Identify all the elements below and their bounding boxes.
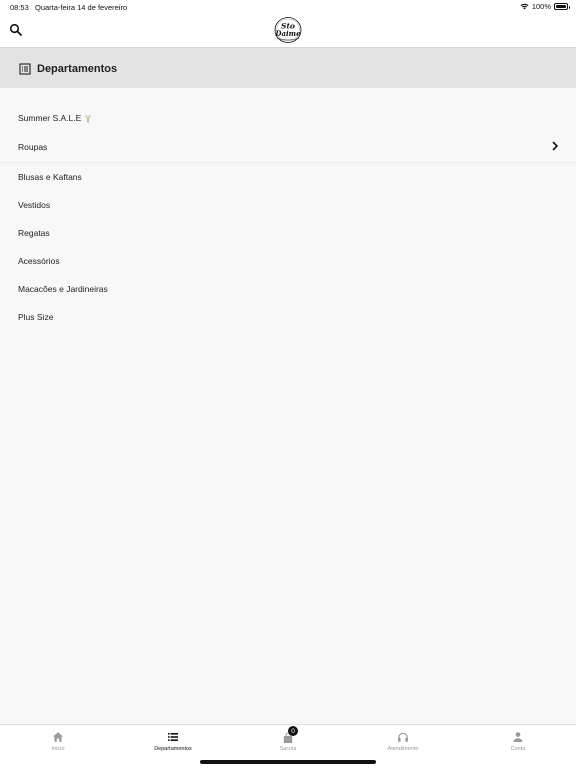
department-label: Roupas — [18, 142, 48, 152]
department-label: Acessórios — [18, 256, 60, 266]
chevron-right-icon — [552, 141, 559, 151]
department-item-vestidos[interactable]: Vestidos — [0, 191, 576, 219]
tab-label: Sacola — [279, 746, 297, 752]
department-label: Summer S.A.L.E — [18, 113, 82, 123]
status-indicators: 100% — [520, 2, 570, 11]
list-icon — [168, 733, 178, 741]
status-bar: 08:53 Quarta-feira 14 de fevereiro 100% — [0, 0, 576, 14]
wifi-icon — [520, 3, 529, 10]
department-label: Vestidos — [18, 200, 51, 210]
department-label: Regatas — [18, 228, 50, 238]
home-icon — [53, 732, 63, 742]
tab-atendimento[interactable]: Atendimento — [363, 731, 443, 757]
svg-text:Daime: Daime — [274, 29, 301, 38]
department-item-acessorios[interactable]: Acessórios — [0, 247, 576, 275]
page-title: Departamentos — [37, 62, 118, 75]
tab-label: Conta — [510, 746, 526, 752]
battery-percent: 100% — [531, 2, 551, 11]
user-icon — [513, 732, 523, 742]
battery-icon — [554, 3, 570, 10]
status-date: Quarta-feira 14 de fevereiro — [35, 3, 128, 12]
cart-count-badge: 0 — [288, 726, 298, 736]
palm-tree-icon — [84, 114, 92, 122]
department-item-regatas[interactable]: Regatas — [0, 219, 576, 247]
department-label: Plus Size — [18, 312, 54, 322]
headphones-icon — [398, 732, 408, 742]
tab-conta[interactable]: Conta — [478, 731, 558, 757]
list-document-icon — [19, 62, 31, 75]
department-list: Summer S.A.L.E Roupas Blusas e Kaftans V… — [0, 104, 576, 331]
department-item-summer-sale[interactable]: Summer S.A.L.E — [0, 104, 576, 132]
tab-inicio[interactable]: Início — [18, 731, 98, 757]
section-header: Departamentos — [0, 49, 576, 88]
search-button[interactable] — [8, 22, 24, 38]
department-label: Macacões e Jardineiras — [18, 284, 108, 294]
home-indicator[interactable] — [200, 760, 376, 764]
department-item-macacoes-jardineiras[interactable]: Macacões e Jardineiras — [0, 275, 576, 303]
department-item-roupas[interactable]: Roupas — [0, 132, 576, 163]
tab-departamentos[interactable]: Departamentos — [133, 731, 213, 757]
tab-label: Atendimento — [387, 746, 419, 752]
brand-logo[interactable]: Sto Daime — [268, 14, 308, 46]
search-icon — [9, 23, 22, 36]
tab-label: Departamentos — [154, 746, 192, 752]
status-time: 08:53 — [10, 3, 29, 12]
app-header: Sto Daime — [0, 14, 576, 48]
department-item-blusas-kaftans[interactable]: Blusas e Kaftans — [0, 163, 576, 191]
tab-sacola[interactable]: 0 Sacola — [248, 726, 328, 757]
department-item-plus-size[interactable]: Plus Size — [0, 303, 576, 331]
department-label: Blusas e Kaftans — [18, 172, 82, 182]
tab-label: Início — [51, 746, 65, 752]
bag-icon-wrap: 0 — [282, 726, 298, 743]
